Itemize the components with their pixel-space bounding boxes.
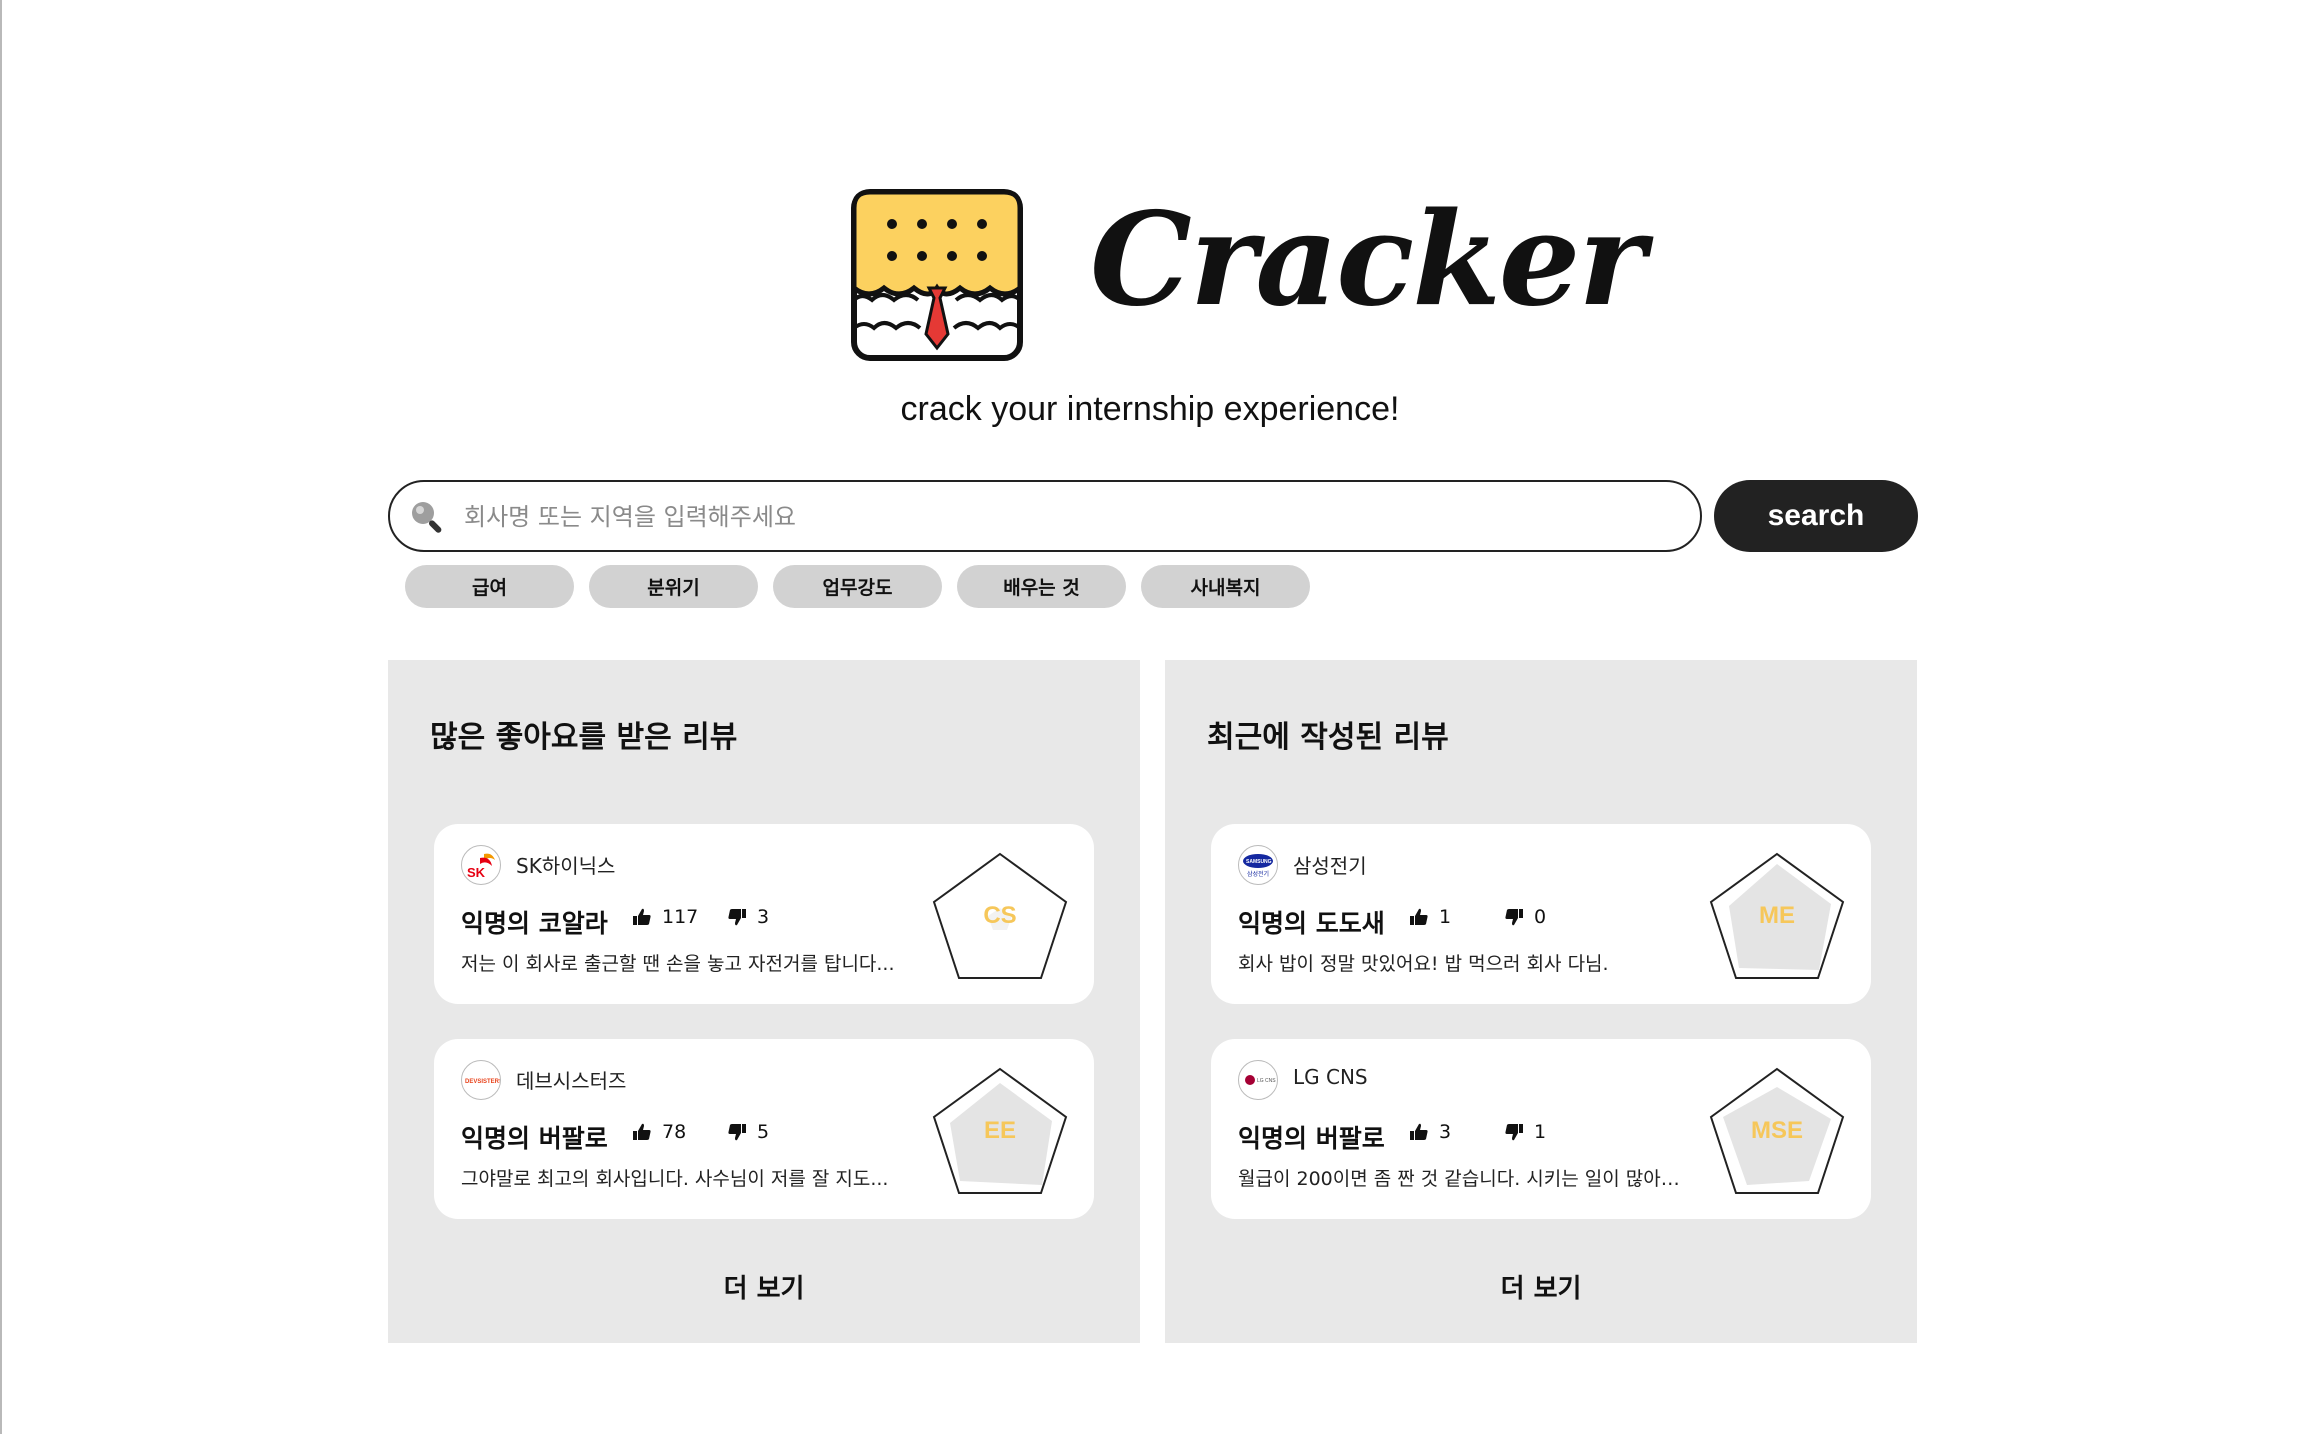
- more-button[interactable]: 더 보기: [388, 1268, 1140, 1305]
- thumbs-down-icon: [1505, 909, 1523, 926]
- review-card[interactable]: SAMSUNG 삼성전기 삼성전기 익명의 도도새 1 0 회사 밥이 정말 맛…: [1211, 824, 1871, 1004]
- review-excerpt: 회사 밥이 정말 맛있어요! 밥 먹으러 회사 다님.: [1238, 953, 1609, 975]
- svg-text:삼성전기: 삼성전기: [1247, 870, 1269, 878]
- company-name: LG CNS: [1293, 1065, 1368, 1089]
- review-author: 익명의 버팔로: [461, 1124, 608, 1153]
- thumbs-down-icon: [728, 1124, 746, 1141]
- devsisters-logo-icon: DEVSISTERS: [461, 1060, 501, 1100]
- panel-title: 많은 좋아요를 받은 리뷰: [430, 720, 738, 755]
- tagline: crack your internship experience!: [900, 390, 1400, 428]
- major-label: CS: [983, 902, 1017, 929]
- like-count-value: 78: [662, 1121, 687, 1143]
- major-label: MSE: [1750, 1117, 1803, 1144]
- like-count-value: 1: [1439, 906, 1452, 928]
- svg-text:SK: SK: [467, 865, 486, 880]
- svg-text:SAMSUNG: SAMSUNG: [1246, 859, 1272, 865]
- dislike-count[interactable]: 0: [1504, 906, 1546, 928]
- search-button[interactable]: search: [1714, 480, 1918, 552]
- filter-chip-workload[interactable]: 업무강도: [773, 565, 942, 608]
- svg-text:LG CNS: LG CNS: [1257, 1078, 1276, 1084]
- like-count[interactable]: 117: [632, 906, 698, 928]
- review-card[interactable]: DEVSISTERS 데브시스터즈 익명의 버팔로 78 5 그야말로 최고의 …: [434, 1039, 1094, 1219]
- review-author: 익명의 코알라: [461, 909, 608, 938]
- company-name: 데브시스터즈: [516, 1069, 627, 1093]
- major-label: ME: [1759, 902, 1795, 929]
- review-author: 익명의 버팔로: [1238, 1124, 1385, 1153]
- thumbs-down-icon: [728, 909, 746, 926]
- svg-text:DEVSISTERS: DEVSISTERS: [465, 1079, 500, 1085]
- like-count-value: 3: [1439, 1121, 1452, 1143]
- panel-title: 최근에 작성된 리뷰: [1207, 720, 1449, 755]
- review-excerpt: 월급이 200이면 좀 짠 것 같습니다. 시키는 일이 많아요...: [1238, 1168, 1688, 1190]
- thumbs-up-icon: [633, 1123, 651, 1140]
- filter-chip-learning[interactable]: 배우는 것: [957, 565, 1126, 608]
- dislike-count-value: 5: [757, 1121, 770, 1143]
- review-excerpt: 저는 이 회사로 출근할 땐 손을 놓고 자전거를 탑니다...: [461, 953, 895, 975]
- popular-reviews-panel: 많은 좋아요를 받은 리뷰 SK SK하이닉스 익명의 코알라 117 3 저는…: [388, 660, 1140, 1343]
- dislike-count-value: 1: [1534, 1121, 1547, 1143]
- like-count[interactable]: 3: [1409, 1121, 1451, 1143]
- thumbs-down-icon: [1505, 1124, 1523, 1141]
- like-count[interactable]: 1: [1409, 906, 1451, 928]
- dislike-count-value: 0: [1534, 906, 1547, 928]
- more-button[interactable]: 더 보기: [1165, 1268, 1917, 1305]
- thumbs-up-icon: [1410, 908, 1428, 925]
- major-label: EE: [983, 1117, 1016, 1144]
- dislike-count[interactable]: 3: [727, 906, 769, 928]
- samsung-logo-icon: SAMSUNG 삼성전기: [1238, 845, 1278, 885]
- dislike-count[interactable]: 5: [727, 1121, 769, 1143]
- thumbs-up-icon: [633, 908, 651, 925]
- like-count[interactable]: 78: [632, 1121, 686, 1143]
- company-name: 삼성전기: [1293, 854, 1367, 878]
- filter-chip-salary[interactable]: 급여: [405, 565, 574, 608]
- page-left-border: [0, 0, 2, 1434]
- dislike-count-value: 3: [757, 906, 770, 928]
- thumbs-up-icon: [1410, 1123, 1428, 1140]
- review-card[interactable]: SK SK하이닉스 익명의 코알라 117 3 저는 이 회사로 출근할 땐 손…: [434, 824, 1094, 1004]
- search-input[interactable]: [462, 490, 1666, 544]
- brand-name: Cracker: [1090, 185, 1646, 335]
- cracker-logo-icon[interactable]: [850, 188, 1024, 362]
- sk-hynix-logo-icon: SK: [461, 845, 501, 885]
- filter-chips: 급여 분위기 업무강도 배우는 것 사내복지: [405, 565, 1310, 608]
- dislike-count[interactable]: 1: [1504, 1121, 1546, 1143]
- company-name: SK하이닉스: [516, 854, 616, 878]
- recent-reviews-panel: 최근에 작성된 리뷰 SAMSUNG 삼성전기 삼성전기 익명의 도도새 1 0…: [1165, 660, 1917, 1343]
- lg-logo-icon: LG CNS: [1238, 1060, 1278, 1100]
- filter-chip-welfare[interactable]: 사내복지: [1141, 565, 1310, 608]
- review-excerpt: 그야말로 최고의 회사입니다. 사수님이 저를 잘 지도...: [461, 1168, 889, 1190]
- search-icon: [412, 502, 442, 533]
- filter-chip-atmosphere[interactable]: 분위기: [589, 565, 758, 608]
- review-author: 익명의 도도새: [1238, 909, 1385, 938]
- review-card[interactable]: LG CNS LG CNS 익명의 버팔로 3 1 월급이 200이면 좀 짠 …: [1211, 1039, 1871, 1219]
- like-count-value: 117: [662, 906, 699, 928]
- search-bar: [388, 480, 1702, 552]
